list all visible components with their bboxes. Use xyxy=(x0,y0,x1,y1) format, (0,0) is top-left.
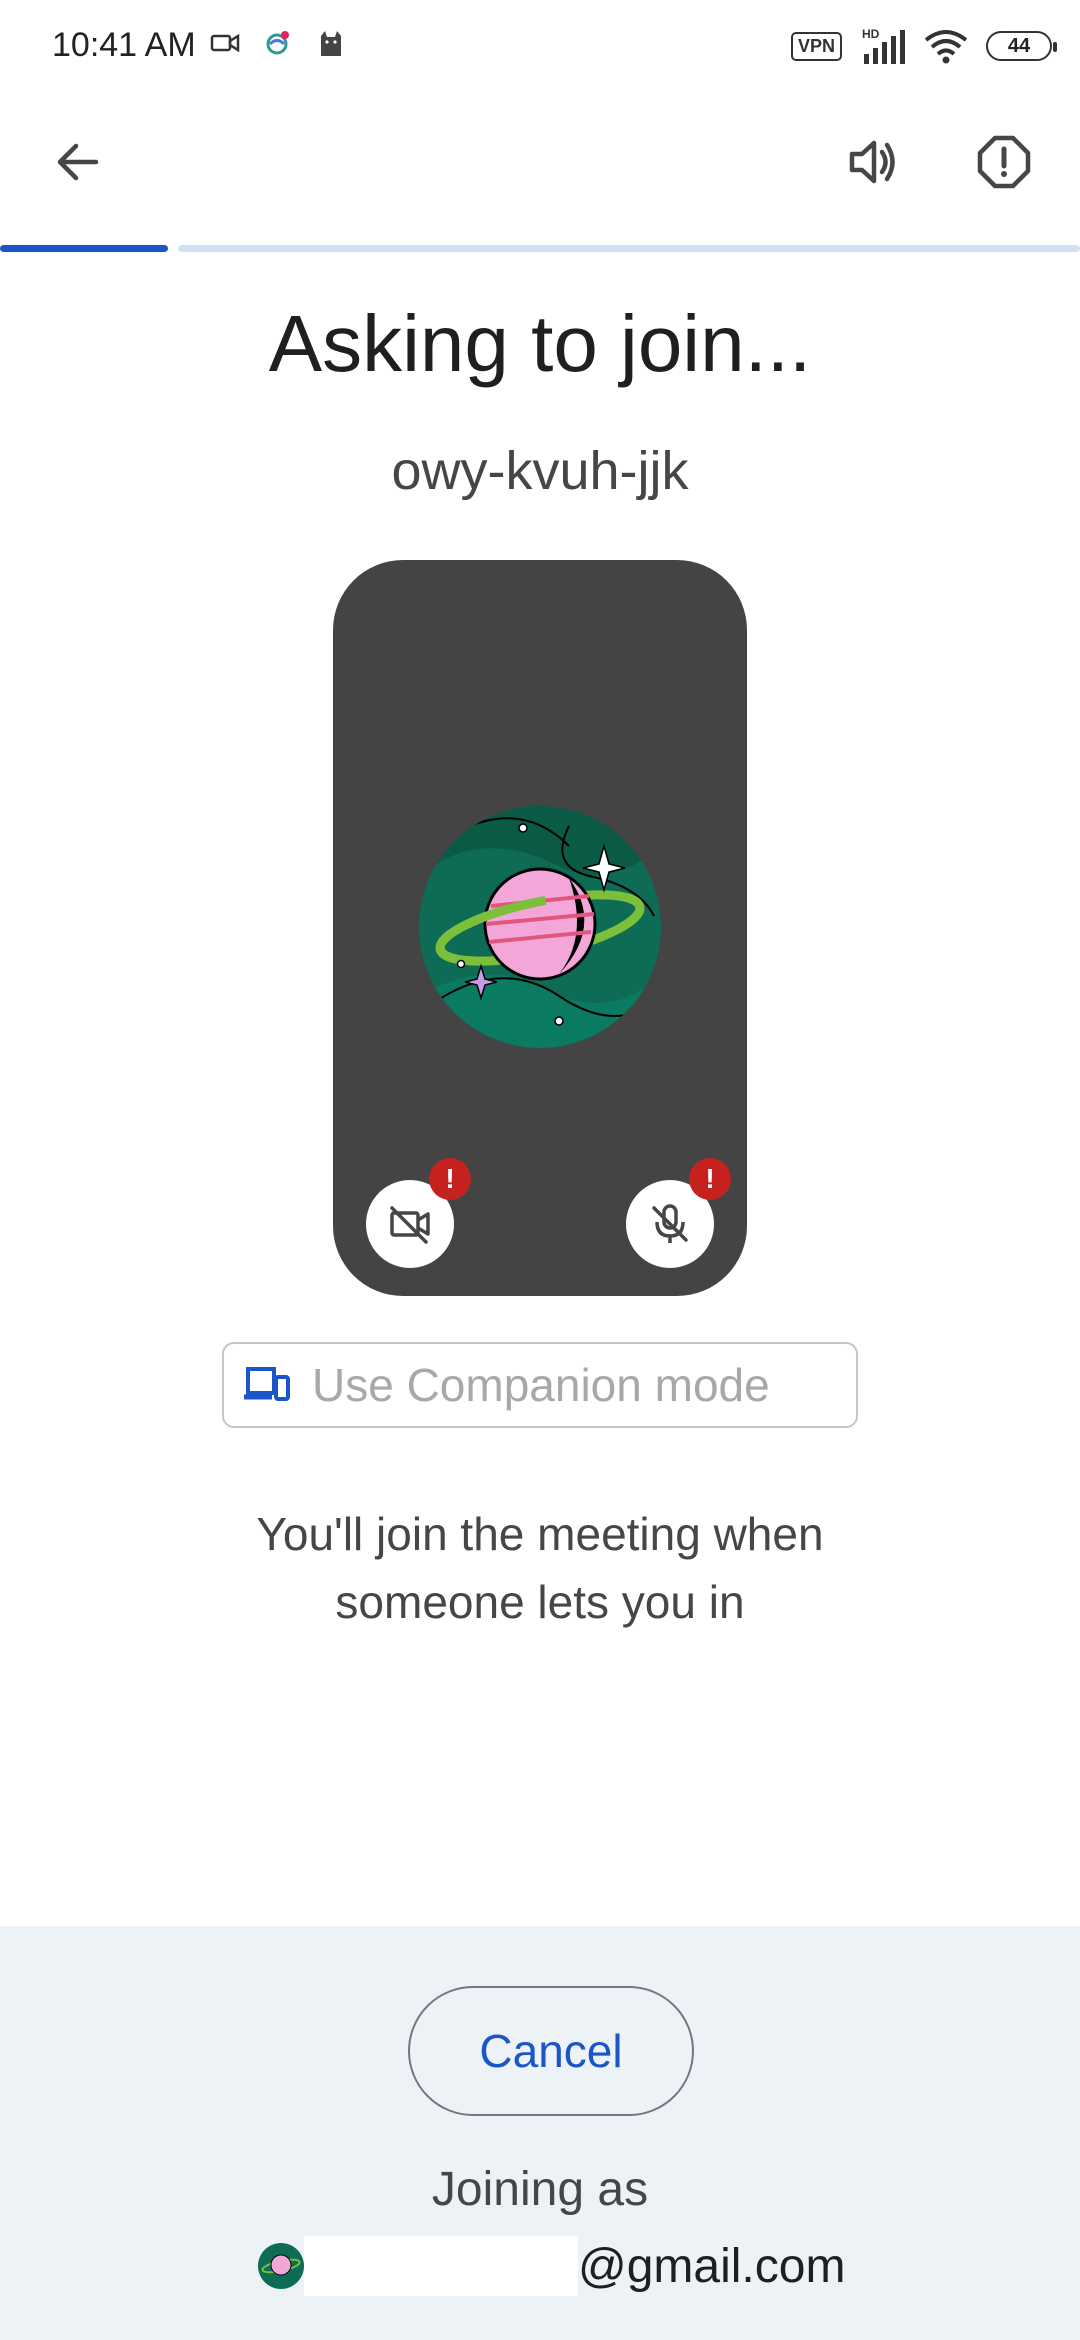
videocam-off-icon xyxy=(390,1206,430,1244)
cancel-button[interactable]: Cancel xyxy=(408,1986,694,2116)
companion-mode-button[interactable]: Use Companion mode xyxy=(222,1342,858,1428)
report-icon xyxy=(977,135,1031,189)
account-row: @gmail.com xyxy=(258,2236,845,2296)
progress-fill xyxy=(0,245,168,252)
report-problem-button[interactable] xyxy=(964,122,1044,202)
progress-track xyxy=(178,245,1080,252)
joining-as-label: Joining as xyxy=(431,2163,649,2216)
camera-warning-badge: ! xyxy=(429,1158,471,1200)
status-bar: 10:41 AM VPN HD 44 xyxy=(0,0,1080,96)
companion-mode-label: Use Companion mode xyxy=(312,1359,770,1411)
app-notification-icon xyxy=(266,31,289,55)
battery-level: 44 xyxy=(1007,34,1031,57)
arrow-back-icon xyxy=(57,143,99,181)
volume-up-icon xyxy=(849,140,895,184)
signal-icon: HD xyxy=(862,27,905,64)
loading-progress-bar xyxy=(0,245,1080,252)
avatar xyxy=(419,806,661,1048)
planet-avatar-icon xyxy=(419,806,661,1048)
devices-icon xyxy=(244,1367,290,1401)
wifi-icon xyxy=(924,30,968,64)
mic-off-icon xyxy=(652,1204,688,1243)
bottom-sheet: Cancel Joining as @gmail.com xyxy=(0,1926,1080,2340)
audio-output-button[interactable] xyxy=(832,122,912,202)
system-icons: VPN HD 44 xyxy=(790,26,1057,66)
back-button[interactable] xyxy=(38,122,118,202)
meeting-code: owy-kvuh-jjk xyxy=(391,441,689,501)
join-info-line-2: someone lets you in xyxy=(335,1576,745,1628)
page-title: Asking to join... xyxy=(268,299,812,388)
battery-indicator: 44 xyxy=(986,31,1057,61)
top-app-bar xyxy=(0,108,1080,218)
account-avatar xyxy=(258,2243,304,2289)
redacted-email-name xyxy=(304,2236,578,2296)
join-info-line-1: You'll join the meeting when xyxy=(256,1508,824,1560)
planet-avatar-small-icon xyxy=(258,2243,304,2289)
notification-icons xyxy=(210,28,346,58)
cat-notification-icon xyxy=(321,31,341,56)
microphone-warning-badge: ! xyxy=(689,1158,731,1200)
self-preview-tile: ! ! xyxy=(333,560,747,1296)
vpn-badge: VPN xyxy=(790,31,842,61)
account-email-domain: @gmail.com xyxy=(578,2239,846,2293)
join-info-text: You'll join the meeting when someone let… xyxy=(0,1500,1080,1636)
hd-label: HD xyxy=(862,27,880,41)
status-time: 10:41 AM xyxy=(52,26,196,64)
video-notification-icon xyxy=(210,33,240,53)
